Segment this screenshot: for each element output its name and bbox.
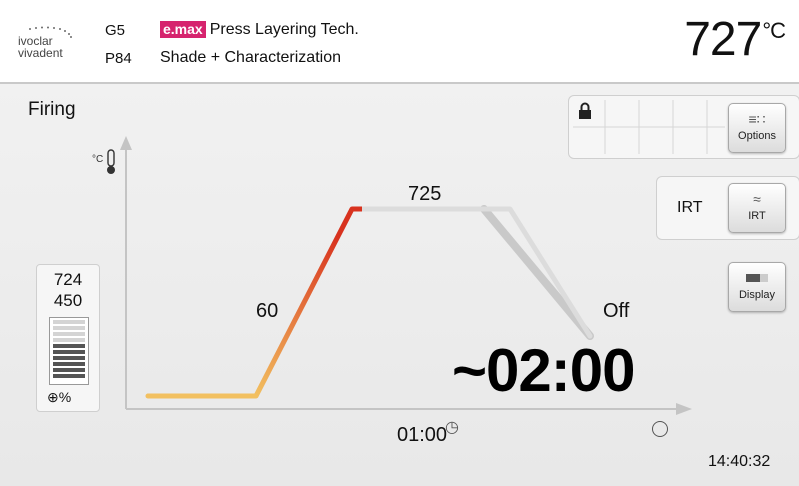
header-bar: ivoclar vivadent G5 P84 e.max Press Layer… [0, 0, 799, 84]
program-name-line: e.max Press Layering Tech. [160, 21, 359, 39]
heating-rate-label: 60 [256, 300, 279, 322]
cooling-segment-shadow [480, 205, 594, 340]
thermometer-icon: °C [92, 149, 115, 174]
material-badge: e.max [160, 21, 206, 38]
cooling-label: Off [603, 300, 630, 322]
program-number: P84 [105, 50, 132, 67]
temperature-value: 727 [684, 13, 762, 66]
furnace-temperature: 727°C [684, 12, 786, 67]
system-clock: 14:40:32 [708, 453, 771, 470]
remaining-time: ~02:00 [452, 337, 635, 404]
temperature-unit: °C [762, 18, 786, 43]
ivoclar-vivadent-logo: ivoclar vivadent [18, 26, 72, 60]
program-subtitle: Shade + Characterization [160, 49, 341, 66]
clock-icon [652, 421, 668, 437]
program-name: Press Layering Tech. [209, 21, 359, 38]
hold-time-label: 01:00 [397, 424, 448, 446]
program-group: G5 [105, 22, 126, 39]
hold-temperature-label: 725 [408, 183, 442, 205]
y-axis-arrow [120, 136, 132, 150]
timer-icon: ◷ [445, 419, 459, 436]
x-axis-arrow [676, 403, 692, 415]
svg-text:°C: °C [92, 154, 103, 165]
logo-text-vivadent: vivadent [18, 46, 63, 60]
